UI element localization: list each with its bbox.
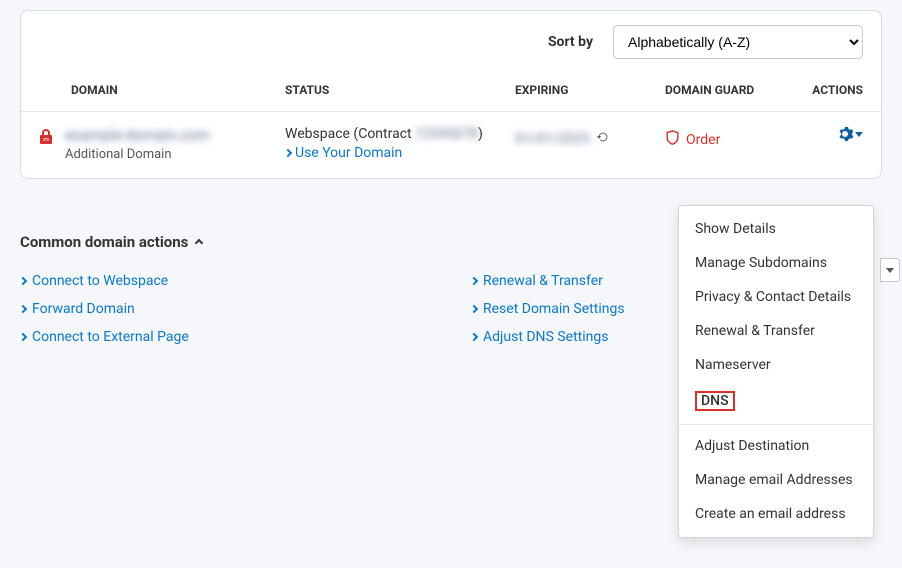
- sort-row: Sort by Alphabetically (A-Z): [21, 11, 881, 73]
- domain-guard-order[interactable]: Order: [635, 126, 785, 150]
- dns-highlight: DNS: [695, 391, 735, 411]
- status-contract: 12345678: [415, 126, 478, 142]
- actions-cell: [785, 126, 863, 146]
- link-label: Connect to Webspace: [32, 273, 168, 289]
- link-label: Renewal & Transfer: [483, 273, 603, 289]
- common-col-left: Connect to Webspace Forward Domain Conne…: [20, 267, 431, 351]
- menu-renewal-transfer[interactable]: Renewal & Transfer: [679, 314, 873, 348]
- menu-divider: [679, 424, 873, 425]
- use-your-domain-link[interactable]: Use Your Domain: [285, 145, 515, 161]
- menu-dns[interactable]: DNS: [679, 382, 873, 420]
- expiring-date: 01/01/2025: [515, 131, 590, 147]
- table-row: example-domain.com Additional Domain Web…: [21, 111, 881, 178]
- menu-adjust-destination[interactable]: Adjust Destination: [679, 429, 873, 463]
- col-expiring-header: EXPIRING: [515, 83, 635, 97]
- chevron-right-icon: [470, 305, 478, 313]
- status-cell: Webspace (Contract 12345678) Use Your Do…: [285, 126, 515, 161]
- menu-manage-email[interactable]: Manage email Addresses: [679, 463, 873, 497]
- menu-nameserver[interactable]: Nameserver: [679, 348, 873, 382]
- chevron-right-icon: [19, 305, 27, 313]
- chevron-up-icon: [195, 239, 203, 247]
- actions-dropdown: Show Details Manage Subdomains Privacy &…: [678, 205, 874, 538]
- domain-name[interactable]: example-domain.com: [65, 126, 210, 144]
- background-select-fragment[interactable]: [880, 258, 900, 282]
- use-your-domain-label: Use Your Domain: [295, 145, 402, 161]
- link-label: Reset Domain Settings: [483, 301, 625, 317]
- menu-show-details[interactable]: Show Details: [679, 212, 873, 246]
- gear-icon: [837, 126, 853, 142]
- domain-panel: Sort by Alphabetically (A-Z) DOMAIN STAT…: [20, 10, 882, 179]
- col-guard-header: DOMAIN GUARD: [635, 83, 785, 97]
- link-connect-webspace[interactable]: Connect to Webspace: [20, 267, 431, 295]
- link-label: Forward Domain: [32, 301, 135, 317]
- common-actions-title: Common domain actions: [20, 233, 188, 251]
- status-prefix: Webspace (Contract: [285, 126, 415, 142]
- link-label: Adjust DNS Settings: [483, 329, 608, 345]
- menu-create-email[interactable]: Create an email address: [679, 497, 873, 531]
- chevron-right-icon: [470, 333, 478, 341]
- menu-manage-subdomains[interactable]: Manage Subdomains: [679, 246, 873, 280]
- table-header: DOMAIN STATUS EXPIRING DOMAIN GUARD ACTI…: [21, 73, 881, 111]
- chevron-right-icon: [19, 333, 27, 341]
- col-domain-header: DOMAIN: [39, 83, 285, 97]
- expiring-cell: 01/01/2025: [515, 126, 635, 148]
- sort-label: Sort by: [548, 34, 593, 50]
- menu-privacy-contact[interactable]: Privacy & Contact Details: [679, 280, 873, 314]
- chevron-down-icon: [855, 132, 863, 137]
- order-label: Order: [686, 132, 720, 148]
- chevron-down-icon: [886, 268, 894, 273]
- lock-icon: [39, 128, 53, 148]
- chevron-right-icon: [470, 277, 478, 285]
- link-connect-external[interactable]: Connect to External Page: [20, 323, 431, 351]
- chevron-right-icon: [284, 149, 292, 157]
- col-status-header: STATUS: [285, 83, 515, 97]
- chevron-right-icon: [19, 277, 27, 285]
- domain-cell: example-domain.com Additional Domain: [39, 126, 285, 162]
- sort-select[interactable]: Alphabetically (A-Z): [613, 25, 863, 59]
- link-forward-domain[interactable]: Forward Domain: [20, 295, 431, 323]
- col-actions-header: ACTIONS: [785, 83, 863, 97]
- status-suffix: ): [478, 126, 483, 142]
- refresh-icon[interactable]: [596, 130, 610, 148]
- domain-type: Additional Domain: [65, 147, 210, 162]
- actions-gear-button[interactable]: [837, 126, 863, 142]
- shield-icon: [665, 130, 680, 150]
- link-label: Connect to External Page: [32, 329, 189, 345]
